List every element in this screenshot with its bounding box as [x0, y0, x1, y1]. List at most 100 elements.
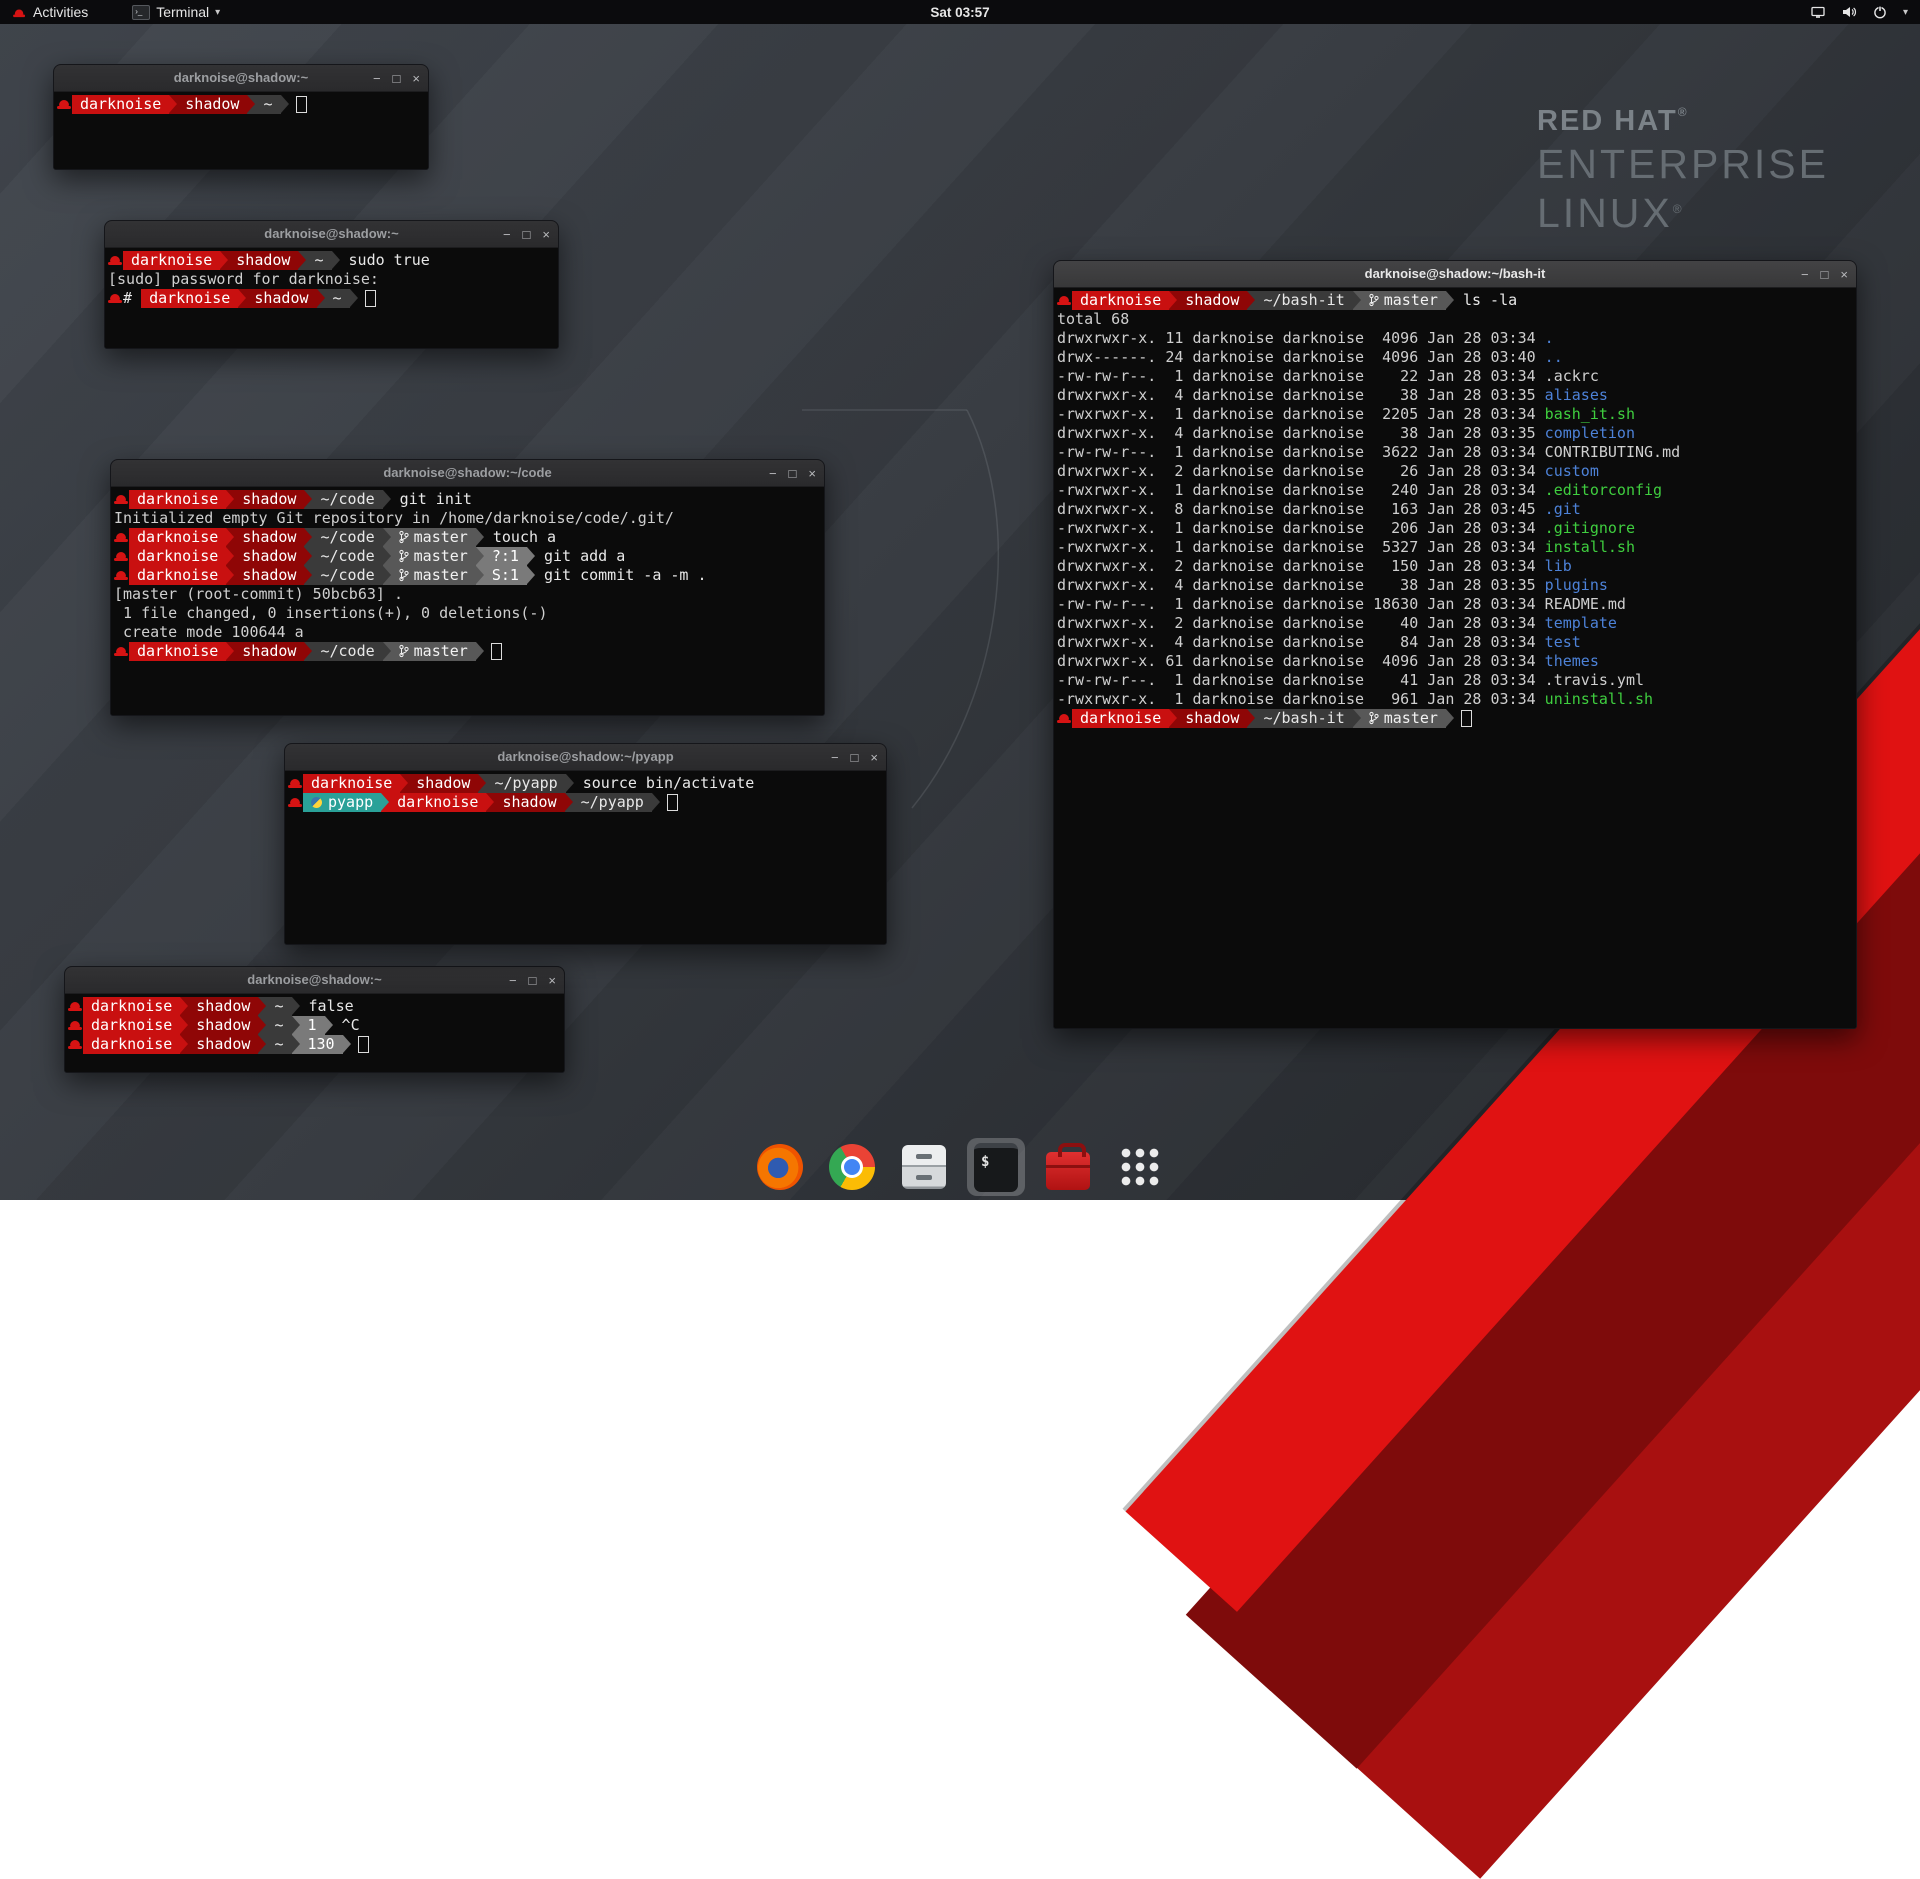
- maximize-button[interactable]: □: [523, 228, 531, 241]
- terminal-content[interactable]: darknoiseshadow~ falsedarknoiseshadow~1 …: [65, 994, 564, 1072]
- python-icon: [311, 797, 322, 808]
- terminal-content[interactable]: darknoiseshadow~/code git initInitialize…: [111, 487, 824, 715]
- file-name: .gitignore: [1545, 519, 1635, 537]
- dock-item-files[interactable]: [895, 1138, 953, 1196]
- file-name: uninstall.sh: [1545, 690, 1653, 708]
- file-name: .: [1545, 329, 1554, 347]
- dock-item-app-grid[interactable]: [1111, 1138, 1169, 1196]
- output-text: -rw-rw-r--. 1 darknoise darknoise 18630 …: [1057, 595, 1545, 613]
- output-text: drwxrwxr-x. 2 darknoise darknoise 26 Jan…: [1057, 462, 1545, 480]
- terminal-line: [master (root-commit) 50bcb63] .: [114, 585, 821, 604]
- brand-line-redhat: RED HAT®: [1537, 106, 1829, 136]
- prompt-segment-host: shadow: [234, 566, 304, 585]
- dock-item-terminal[interactable]: [967, 1138, 1025, 1196]
- firefox-icon: [757, 1144, 803, 1190]
- redhat-icon: [1057, 709, 1072, 728]
- volume-icon[interactable]: [1841, 4, 1857, 20]
- maximize-button[interactable]: □: [851, 751, 859, 764]
- file-name: lib: [1545, 557, 1572, 575]
- prompt-segment-host: shadow: [1177, 291, 1247, 310]
- powerline-arrow-icon: [258, 997, 266, 1016]
- terminal-window: darknoise@shadow:~ −□ × darknoiseshadow~ …: [104, 220, 559, 349]
- terminal-content[interactable]: darknoiseshadow~: [54, 92, 428, 169]
- git-branch-icon: [1369, 293, 1379, 312]
- window-titlebar[interactable]: darknoise@shadow:~/code −□×: [111, 460, 824, 487]
- terminal-cursor: [296, 96, 307, 113]
- terminal-line: 1 file changed, 0 insertions(+), 0 delet…: [114, 604, 821, 623]
- terminal-content[interactable]: darknoiseshadow~ sudo true[sudo] passwor…: [105, 248, 558, 348]
- maximize-button[interactable]: □: [789, 467, 797, 480]
- window-title: darknoise@shadow:~: [264, 226, 398, 241]
- prompt-segment-path: ~/code: [312, 490, 382, 509]
- powerline-arrow-icon: [226, 490, 234, 509]
- maximize-button[interactable]: □: [393, 72, 401, 85]
- powerline-arrow-icon: [476, 642, 484, 661]
- prompt-segment-host: shadow: [494, 793, 564, 812]
- prompt-segment-user: darknoise: [129, 528, 226, 547]
- power-icon[interactable]: [1872, 4, 1888, 20]
- close-button[interactable]: ×: [870, 751, 878, 764]
- registered-mark: ®: [1673, 202, 1682, 216]
- prompt-segment-stat: S:1: [484, 566, 527, 585]
- close-button[interactable]: ×: [1840, 268, 1848, 281]
- terminal-content[interactable]: darknoiseshadow~/pyapp source bin/activa…: [285, 771, 886, 944]
- prompt-segment-user: darknoise: [129, 642, 226, 661]
- powerline-arrow-icon: [1446, 709, 1454, 728]
- git-branch-icon: [1369, 711, 1379, 730]
- prompt-segment-path: ~: [255, 95, 280, 114]
- terminal-line: -rw-rw-r--. 1 darknoise darknoise 18630 …: [1057, 595, 1853, 614]
- powerline-arrow-icon: [476, 566, 484, 585]
- powerline-arrow-icon: [565, 793, 573, 812]
- prompt-segment-path: ~/bash-it: [1255, 709, 1352, 728]
- maximize-button[interactable]: □: [529, 974, 537, 987]
- terminal-line: darknoiseshadow~/pyapp source bin/activa…: [288, 774, 883, 793]
- minimize-button[interactable]: −: [1801, 268, 1809, 281]
- prompt-segment-git: master: [1361, 291, 1446, 310]
- display-icon[interactable]: [1810, 4, 1826, 20]
- close-button[interactable]: ×: [548, 974, 556, 987]
- window-titlebar[interactable]: darknoise@shadow:~ −□×: [54, 65, 428, 92]
- maximize-button[interactable]: □: [1821, 268, 1829, 281]
- powerline-arrow-icon: [180, 1035, 188, 1054]
- close-button[interactable]: ×: [542, 228, 550, 241]
- terminal-content[interactable]: darknoiseshadow~/bash-itmaster ls -latot…: [1054, 288, 1856, 1028]
- powerline-arrow-icon: [476, 528, 484, 547]
- dock-item-firefox[interactable]: [751, 1138, 809, 1196]
- prompt-segment-path: ~: [325, 289, 350, 308]
- minimize-button[interactable]: −: [503, 228, 511, 241]
- prompt-segment-host: shadow: [177, 95, 247, 114]
- close-button[interactable]: ×: [808, 467, 816, 480]
- chevron-down-icon: ▾: [215, 7, 220, 18]
- terminal-line: drwxrwxr-x. 2 darknoise darknoise 150 Ja…: [1057, 557, 1853, 576]
- minimize-button[interactable]: −: [831, 751, 839, 764]
- terminal-line: drwxrwxr-x. 4 darknoise darknoise 84 Jan…: [1057, 633, 1853, 652]
- chrome-icon: [829, 1144, 875, 1190]
- prompt-segment-path: ~: [266, 997, 291, 1016]
- minimize-button[interactable]: −: [769, 467, 777, 480]
- clock[interactable]: Sat 03:57: [930, 5, 989, 20]
- window-titlebar[interactable]: darknoise@shadow:~/bash-it −□ ×: [1054, 261, 1856, 288]
- terminal-window: darknoise@shadow:~ −□× darknoiseshadow~: [53, 64, 429, 170]
- close-button[interactable]: ×: [412, 72, 420, 85]
- file-name: aliases: [1545, 386, 1608, 404]
- dock-item-toolbox[interactable]: [1039, 1138, 1097, 1196]
- window-title: darknoise@shadow:~/bash-it: [1365, 266, 1546, 281]
- powerline-arrow-icon: [226, 528, 234, 547]
- app-menu-terminal[interactable]: Terminal ▾: [122, 0, 230, 24]
- system-status-area[interactable]: ▾: [1810, 0, 1920, 24]
- output-text: -rwxrwxr-x. 1 darknoise darknoise 5327 J…: [1057, 538, 1545, 556]
- window-titlebar[interactable]: darknoise@shadow:~/pyapp −□×: [285, 744, 886, 771]
- prompt-segment-user: darknoise: [1072, 709, 1169, 728]
- terminal-cursor: [365, 290, 376, 307]
- window-titlebar[interactable]: darknoise@shadow:~ −□ ×: [105, 221, 558, 248]
- powerline-arrow-icon: [226, 642, 234, 661]
- activities-button[interactable]: Activities: [0, 0, 100, 24]
- powerline-arrow-icon: [652, 793, 660, 812]
- minimize-button[interactable]: −: [509, 974, 517, 987]
- command-text: ^C: [333, 1016, 360, 1034]
- minimize-button[interactable]: −: [373, 72, 381, 85]
- window-titlebar[interactable]: darknoise@shadow:~ −□×: [65, 967, 564, 994]
- dock-item-chrome[interactable]: [823, 1138, 881, 1196]
- output-text: -rw-rw-r--. 1 darknoise darknoise 3622 J…: [1057, 443, 1545, 461]
- powerline-arrow-icon: [180, 997, 188, 1016]
